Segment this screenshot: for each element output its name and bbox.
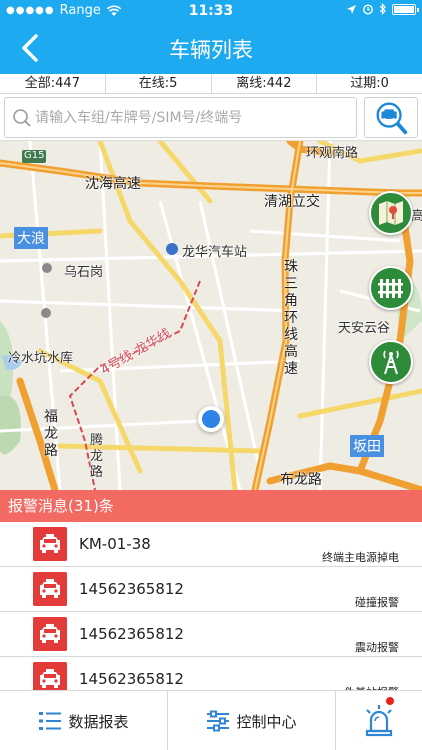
bluetooth-icon bbox=[379, 3, 386, 15]
search-input[interactable] bbox=[35, 104, 350, 132]
search-bar bbox=[0, 95, 422, 141]
alarm-item[interactable]: 14562365812 伪基站报警 bbox=[0, 657, 422, 690]
vehicle-search-button[interactable] bbox=[364, 97, 418, 138]
alarm-list[interactable]: KM-01-38 终端主电源掉电 14562365812 碰撞报警 145623… bbox=[0, 522, 422, 690]
map-label-zhusanjiao: 珠三角环线高速 bbox=[284, 259, 298, 377]
map-label-wushigang: 乌石岗 bbox=[64, 265, 104, 280]
location-arrow-icon bbox=[347, 4, 356, 14]
alarm-item[interactable]: KM-01-38 终端主电源掉电 bbox=[0, 522, 422, 567]
alarm-type: 终端主电源掉电 bbox=[322, 551, 399, 564]
map-label-tengshan: 腾龙路 bbox=[90, 433, 104, 480]
search-box bbox=[4, 97, 357, 138]
vehicle-plate: KM-01-38 bbox=[79, 535, 151, 553]
stat-expired[interactable]: 过期:0 bbox=[317, 74, 422, 93]
car-icon bbox=[33, 662, 67, 690]
stat-offline[interactable]: 离线:442 bbox=[212, 74, 318, 93]
fence-button[interactable] bbox=[369, 266, 413, 310]
alarm-siren-icon bbox=[365, 705, 393, 737]
alarm-item[interactable]: 14562365812 碰撞报警 bbox=[0, 567, 422, 612]
tab-data-report[interactable]: 数据报表 bbox=[0, 691, 168, 750]
fence-icon bbox=[378, 279, 403, 298]
map-label-bulong: 布龙路 bbox=[280, 472, 322, 488]
tab-control-center-label: 控制中心 bbox=[236, 712, 297, 731]
alarm-header: 报警消息(31)条 bbox=[0, 490, 422, 522]
stat-online[interactable]: 在线:5 bbox=[106, 74, 212, 93]
map-layer-button[interactable] bbox=[369, 191, 413, 235]
map-label-lengshuikeng: 冷水坑水库 bbox=[8, 351, 74, 366]
alarm-type: 震动报警 bbox=[355, 641, 399, 654]
signal-tower-button[interactable] bbox=[369, 340, 413, 384]
tab-control-center[interactable]: 控制中心 bbox=[168, 691, 336, 750]
app-header: ●●●●● Range 11:33 车辆列表 bbox=[0, 0, 422, 74]
list-icon bbox=[39, 712, 62, 730]
search-icon bbox=[13, 109, 31, 127]
current-location-marker bbox=[198, 406, 224, 432]
signal-tower-icon bbox=[383, 350, 399, 375]
map-label-yanhai: 沈海高速 bbox=[85, 176, 141, 192]
notification-dot bbox=[386, 697, 394, 705]
map-label-bantian: 坂田 bbox=[350, 435, 384, 457]
vehicle-plate: 14562365812 bbox=[79, 625, 184, 643]
map-label-fulong: 福龙路 bbox=[44, 409, 58, 459]
battery-icon bbox=[392, 3, 419, 15]
tab-alarm[interactable] bbox=[336, 691, 422, 750]
bottom-tab-bar: 数据报表 控制中心 bbox=[0, 690, 422, 750]
car-icon bbox=[33, 527, 67, 561]
map-label-longhua-station: 龙华汽车站 bbox=[182, 245, 248, 260]
car-icon bbox=[33, 572, 67, 606]
sliders-icon bbox=[207, 710, 230, 732]
map-label-dalang: 大浪 bbox=[14, 227, 48, 249]
alarm-clock-icon bbox=[362, 4, 374, 15]
map-label-huanguan: 环观南路 bbox=[306, 146, 359, 161]
alarm-item[interactable]: 14562365812 震动报警 bbox=[0, 612, 422, 657]
page-title: 车辆列表 bbox=[169, 38, 253, 62]
vehicle-stats-bar: 全部:447 在线:5 离线:442 过期:0 bbox=[0, 74, 422, 94]
stat-all[interactable]: 全部:447 bbox=[0, 74, 106, 93]
map-layer-icon bbox=[379, 201, 403, 225]
vehicle-search-icon bbox=[376, 102, 408, 135]
vehicle-plate: 14562365812 bbox=[79, 580, 184, 598]
map-view[interactable]: 环观南路 G15 沈海高速 清湖立交 大浪 乌石岗 龙华汽车站 珠三角环线高速 … bbox=[0, 141, 422, 490]
status-bar: ●●●●● Range 11:33 bbox=[0, 0, 422, 22]
alarm-type: 碰撞报警 bbox=[355, 596, 399, 609]
car-icon bbox=[33, 617, 67, 651]
map-label-qinghu: 清湖立交 bbox=[264, 194, 320, 210]
map-label-tiananyungu: 天安云谷 bbox=[338, 321, 391, 336]
map-label-g15: G15 bbox=[24, 150, 45, 161]
tab-data-report-label: 数据报表 bbox=[68, 712, 129, 731]
vehicle-plate: 14562365812 bbox=[79, 670, 184, 688]
